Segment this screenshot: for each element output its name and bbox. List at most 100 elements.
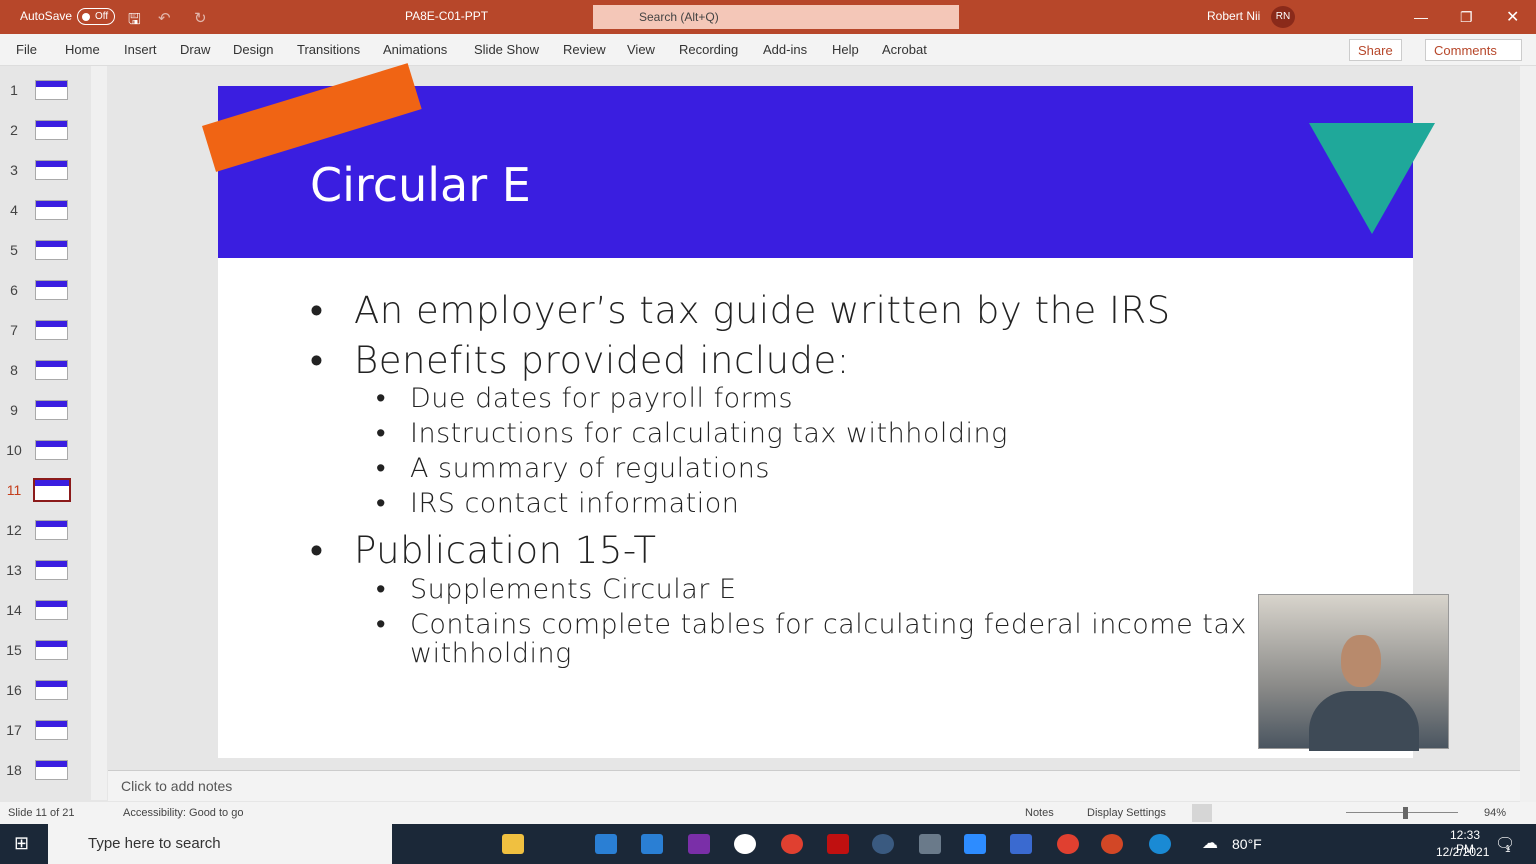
comments-button[interactable]: Comments: [1425, 39, 1522, 61]
tab-transitions[interactable]: Transitions: [297, 42, 360, 57]
close-icon[interactable]: ✕: [1506, 7, 1519, 27]
restore-icon[interactable]: ❐: [1460, 9, 1473, 26]
tab-add-ins[interactable]: Add-ins: [763, 42, 807, 57]
thumbnail-image[interactable]: [35, 600, 68, 620]
zoom-slider[interactable]: [1346, 812, 1458, 813]
redo-icon[interactable]: ↻: [194, 9, 207, 27]
slide-thumbnail-3[interactable]: 3: [0, 160, 92, 180]
slide-thumbnail-9[interactable]: 9: [0, 400, 92, 420]
thumbnail-image[interactable]: [35, 240, 68, 260]
thumbnail-scrollbar[interactable]: [91, 66, 107, 800]
snip-icon[interactable]: [1010, 834, 1032, 854]
slide-thumbnail-16[interactable]: 16: [0, 680, 92, 700]
tab-animations[interactable]: Animations: [383, 42, 447, 57]
thumbnail-image[interactable]: [33, 478, 71, 502]
avatar[interactable]: RN: [1271, 6, 1295, 28]
thumbnail-image[interactable]: [35, 320, 68, 340]
tab-file[interactable]: File: [16, 42, 37, 57]
slide-thumbnail-15[interactable]: 15: [0, 640, 92, 660]
autosave-toggle[interactable]: Off: [77, 8, 115, 25]
zoom-level[interactable]: 94%: [1484, 807, 1506, 819]
tab-design[interactable]: Design: [233, 42, 273, 57]
onenote-icon[interactable]: [688, 834, 710, 854]
tab-review[interactable]: Review: [563, 42, 606, 57]
thumbnail-image[interactable]: [35, 720, 68, 740]
file-name[interactable]: PA8E-C01-PPT: [405, 9, 488, 23]
tab-view[interactable]: View: [627, 42, 655, 57]
tab-home[interactable]: Home: [65, 42, 100, 57]
help-icon[interactable]: [1149, 834, 1171, 854]
thumbnail-image[interactable]: [35, 400, 68, 420]
slide-thumbnail-2[interactable]: 2: [0, 120, 92, 140]
tab-insert[interactable]: Insert: [124, 42, 157, 57]
weather-icon[interactable]: ☁: [1202, 833, 1218, 853]
google-icon[interactable]: [734, 834, 756, 854]
minimize-icon[interactable]: —: [1414, 9, 1428, 25]
thumbnail-image[interactable]: [35, 120, 68, 140]
slide-thumbnail-10[interactable]: 10: [0, 440, 92, 460]
notes-button[interactable]: Notes: [1025, 807, 1054, 819]
calculator-icon[interactable]: [919, 834, 941, 854]
zoom-icon[interactable]: [964, 834, 986, 854]
thumbnail-image[interactable]: [35, 680, 68, 700]
thumbnail-image[interactable]: [35, 440, 68, 460]
slide-thumbnail-4[interactable]: 4: [0, 200, 92, 220]
slide-thumbnail-6[interactable]: 6: [0, 280, 92, 300]
tab-draw[interactable]: Draw: [180, 42, 210, 57]
slide-thumbnail-7[interactable]: 7: [0, 320, 92, 340]
slide-thumbnail-13[interactable]: 13: [0, 560, 92, 580]
bullet-level-2[interactable]: Supplements Circular E: [376, 575, 1260, 604]
tab-acrobat[interactable]: Acrobat: [882, 42, 927, 57]
bullet-level-1[interactable]: Benefits provided include:: [310, 339, 850, 382]
acrobat-icon[interactable]: [827, 834, 849, 854]
slide-canvas[interactable]: Circular E An employer’s tax guide writt…: [202, 63, 1435, 758]
tab-slide-show[interactable]: Slide Show: [474, 42, 539, 57]
slide-title[interactable]: Circular E: [310, 158, 531, 212]
thumbnail-image[interactable]: [35, 560, 68, 580]
thumbnail-image[interactable]: [35, 760, 68, 780]
recorder-icon[interactable]: [872, 834, 894, 854]
thumbnail-image[interactable]: [35, 280, 68, 300]
file-explorer-icon[interactable]: [502, 834, 524, 854]
slide-thumbnail-14[interactable]: 14: [0, 600, 92, 620]
slide-thumbnail-11[interactable]: 11: [0, 478, 92, 502]
display-settings-button[interactable]: Display Settings: [1087, 807, 1166, 819]
bullet-level-2[interactable]: IRS contact information: [376, 489, 1260, 518]
bullet-level-2[interactable]: Instructions for calculating tax withhol…: [376, 419, 1260, 448]
bullet-level-1[interactable]: Publication 15-T: [310, 529, 656, 572]
thumbnail-image[interactable]: [35, 160, 68, 180]
normal-view-icon[interactable]: [1192, 804, 1212, 822]
thumbnail-image[interactable]: [35, 640, 68, 660]
slide-thumbnail-18[interactable]: 18: [0, 760, 92, 780]
zoom-slider-thumb[interactable]: [1403, 807, 1408, 819]
save-icon[interactable]: 🖫: [128, 9, 141, 34]
thumbnail-image[interactable]: [35, 80, 68, 100]
slide-thumbnail-5[interactable]: 5: [0, 240, 92, 260]
slide-scrollbar[interactable]: [1520, 66, 1536, 802]
clock-date[interactable]: 12/2/2021: [1436, 845, 1489, 859]
slide-thumbnail-1[interactable]: 1: [0, 80, 92, 100]
thumbnail-image[interactable]: [35, 520, 68, 540]
weather-temp[interactable]: 80°F: [1232, 836, 1262, 852]
taskbar-search[interactable]: Type here to search: [48, 824, 392, 864]
powerpoint-icon[interactable]: [1101, 834, 1123, 854]
thumbnail-image[interactable]: [35, 360, 68, 380]
windows-start-icon[interactable]: ⊞: [14, 833, 29, 854]
chrome-profile-icon[interactable]: [1057, 834, 1079, 854]
bullet-level-1[interactable]: An employer’s tax guide written by the I…: [310, 289, 1171, 332]
bullet-level-2[interactable]: A summary of regulations: [376, 454, 1260, 483]
slide-thumbnail-12[interactable]: 12: [0, 520, 92, 540]
notes-pane[interactable]: Click to add notes: [108, 770, 1520, 801]
tab-recording[interactable]: Recording: [679, 42, 738, 57]
undo-icon[interactable]: ↶: [158, 9, 171, 27]
share-button[interactable]: Share: [1349, 39, 1402, 61]
slide-thumbnail-8[interactable]: 8: [0, 360, 92, 380]
slide-thumbnail-17[interactable]: 17: [0, 720, 92, 740]
atx-icon[interactable]: [595, 834, 617, 854]
user-name[interactable]: Robert Nii: [1207, 9, 1260, 23]
chrome-icon[interactable]: [781, 834, 803, 854]
accessibility-status[interactable]: Accessibility: Good to go: [123, 807, 243, 819]
bullet-level-2[interactable]: Contains complete tables for calculating…: [376, 610, 1260, 668]
tab-help[interactable]: Help: [832, 42, 859, 57]
bullet-level-2[interactable]: Due dates for payroll forms: [376, 384, 1260, 413]
